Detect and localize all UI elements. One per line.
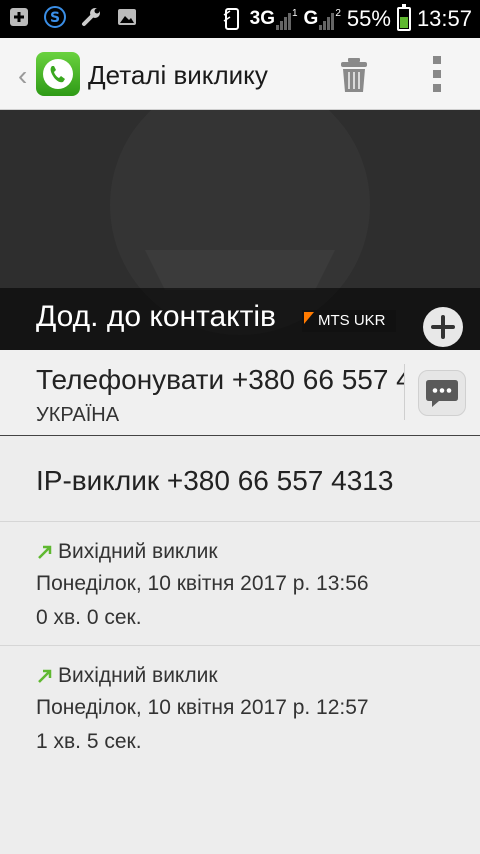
sim-2-label: 2 — [335, 8, 341, 19]
outgoing-arrow-icon — [38, 669, 52, 683]
operator-badge: MTS UKR — [302, 310, 396, 332]
call-date: Понеділок, 10 квітня 2017 р. 12:57 — [36, 696, 369, 719]
send-message-button[interactable] — [418, 370, 466, 416]
divider — [404, 364, 405, 420]
add-to-contacts-label[interactable]: Дод. до контактів — [36, 300, 306, 334]
call-number-label[interactable]: Телефонувати +380 66 557 4313 — [36, 364, 404, 396]
call-number-row[interactable]: Телефонувати +380 66 557 4313 УКРАЇНА — [0, 350, 480, 436]
wrench-icon — [80, 6, 102, 28]
status-bar: S 3G 1 G 2 55% 13:57 — [0, 0, 480, 38]
status-indicators: 3G 1 G 2 55% 13:57 — [222, 4, 472, 34]
battery-percent: 55% — [346, 6, 391, 31]
signal-bars-icon — [275, 12, 291, 30]
overflow-menu-icon[interactable] — [428, 56, 446, 92]
signal-sim1: 3G 1 — [250, 8, 298, 30]
image-icon — [116, 6, 138, 28]
action-bar: ‹ Деталі виклику — [0, 38, 480, 110]
sim-1-label: 1 — [291, 8, 298, 19]
contact-photo: Дод. до контактів MTS UKR — [0, 110, 480, 350]
back-chevron-icon[interactable]: ‹ — [18, 60, 27, 92]
call-history-item: Вихідний виклик Понеділок, 10 квітня 201… — [0, 522, 480, 646]
clock: 13:57 — [416, 6, 472, 31]
outgoing-arrow-icon — [38, 545, 52, 559]
add-contact-button[interactable] — [423, 307, 463, 347]
call-type-label: Вихідний виклик — [58, 664, 218, 687]
plus-box-icon — [8, 6, 30, 28]
phone-app-icon[interactable] — [36, 52, 80, 96]
svg-text:S: S — [50, 10, 60, 26]
call-type: Вихідний виклик — [36, 540, 218, 564]
battery-icon — [396, 4, 411, 31]
plus-icon — [431, 315, 455, 339]
message-bubble-icon — [426, 380, 458, 407]
call-date: Понеділок, 10 квітня 2017 р. 13:56 — [36, 572, 369, 595]
ip-call-label[interactable]: IP-виклик +380 66 557 4313 — [36, 465, 393, 497]
page-title: Деталі виклику — [88, 60, 268, 90]
call-history-item: Вихідний виклик Понеділок, 10 квітня 201… — [0, 646, 480, 770]
ip-call-row[interactable]: IP-виклик +380 66 557 4313 — [0, 437, 480, 522]
network-type-1: 3G — [249, 8, 275, 29]
signal-bars-icon — [319, 12, 335, 30]
call-country: УКРАЇНА — [36, 404, 120, 426]
call-type-label: Вихідний виклик — [58, 540, 218, 563]
call-duration: 1 хв. 5 сек. — [36, 730, 142, 753]
battery-fill — [399, 17, 408, 28]
call-duration: 0 хв. 0 сек. — [36, 606, 142, 629]
signal-sim2: G 2 — [304, 8, 341, 30]
sim-phone-icon — [222, 8, 244, 30]
notification-icons: S — [8, 6, 138, 28]
call-type: Вихідний виклик — [36, 664, 218, 688]
network-type-2: G — [303, 8, 319, 29]
trash-icon[interactable] — [336, 56, 372, 94]
s-app-icon: S — [44, 6, 66, 28]
